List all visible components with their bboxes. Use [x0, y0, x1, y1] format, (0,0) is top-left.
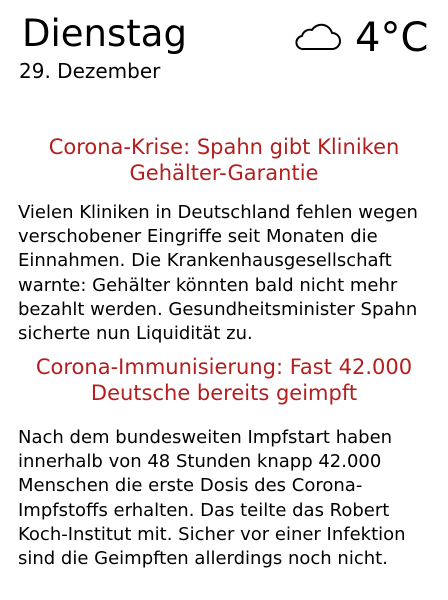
temperature: 4°C — [355, 15, 429, 61]
news-headline: Corona-Immunisierung: Fast 42.000 Deutsc… — [35, 355, 413, 405]
news-item: Corona-Krise: Spahn gibt Kliniken Gehält… — [0, 134, 448, 346]
header: Dienstag 29. Dezember 4°C — [0, 0, 448, 110]
day-of-week: Dienstag — [22, 12, 187, 55]
news-body: Nach dem bundesweiten Impfstart haben in… — [18, 427, 406, 570]
news-item: Corona-Immunisierung: Fast 42.000 Deutsc… — [0, 354, 448, 571]
news-body: Vielen Kliniken in Deutschland fehlen we… — [18, 202, 418, 345]
cloud-icon — [295, 23, 341, 51]
news-headline: Corona-Krise: Spahn gibt Kliniken Gehält… — [48, 135, 400, 185]
date: 29. Dezember — [19, 59, 161, 83]
